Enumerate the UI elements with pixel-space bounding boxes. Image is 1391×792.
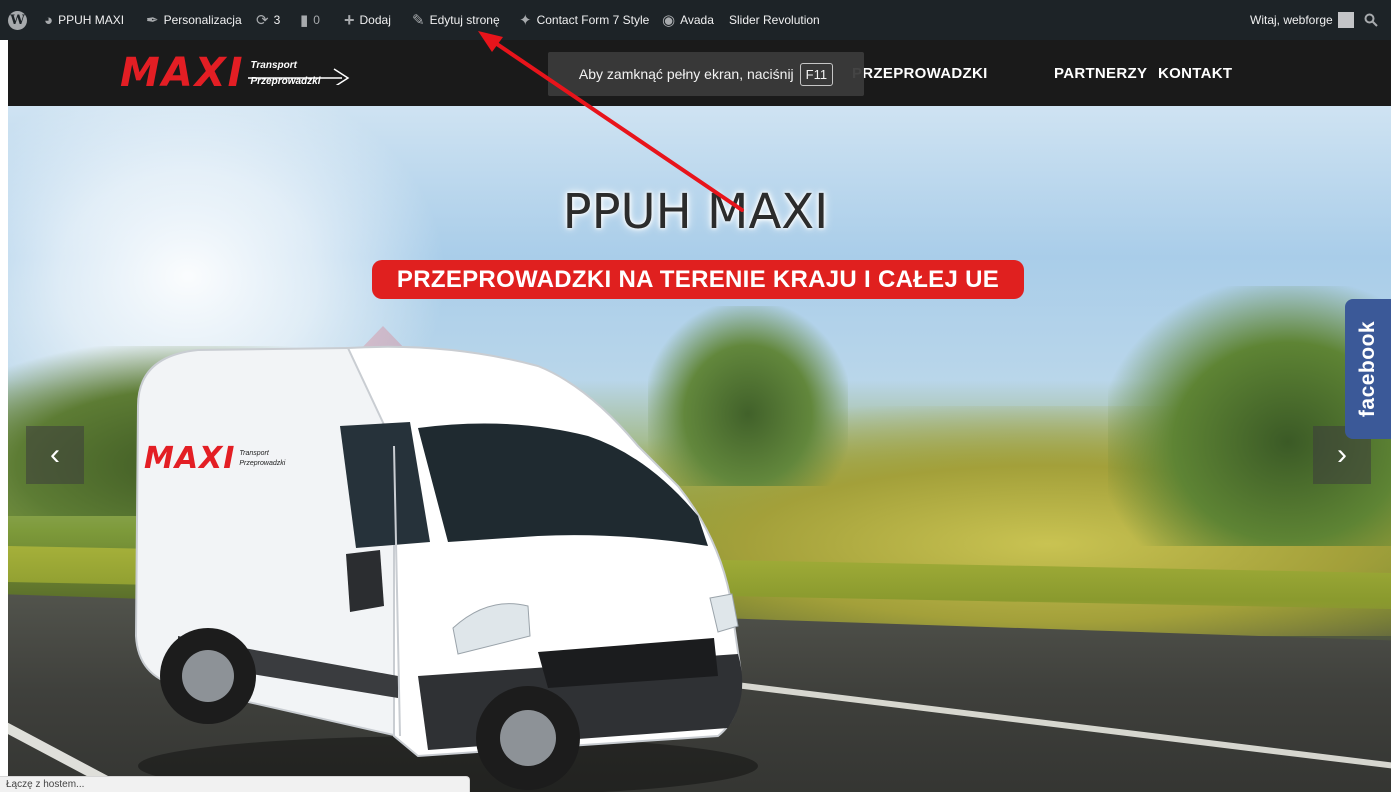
- wordpress-icon: W: [8, 10, 27, 30]
- fullscreen-notice-text: Aby zamknąć pełny ekran, naciśnij: [578, 66, 794, 82]
- site-name-label: PPUH MAXI: [58, 13, 125, 27]
- add-new-label: Dodaj: [359, 13, 391, 27]
- browser-status-bar: Łączę z hostem...: [0, 776, 470, 792]
- hero-subtitle-banner: PRZEPROWADZKI NA TERENIE KRAJU I CAŁEJ U…: [372, 260, 1024, 299]
- comments-count: 0: [313, 13, 320, 27]
- facebook-tab-label: facebook: [1356, 320, 1380, 418]
- van-logo-line-transport: Transport: [239, 449, 269, 457]
- van-logo-brand: MAXI: [144, 441, 236, 476]
- updates-count: 3: [273, 13, 281, 27]
- search-icon: [1364, 13, 1378, 27]
- slider-prev-button[interactable]: ‹: [26, 426, 84, 484]
- page-left-margin: [0, 40, 8, 792]
- comments-link[interactable]: ▮ 0: [300, 0, 320, 40]
- site-name-menu[interactable]: ◕ PPUH MAXI: [44, 0, 124, 40]
- browser-viewport: W ◕ PPUH MAXI ✒ Personalizacja ⟳ 3 ▮ 0 +…: [0, 0, 1391, 792]
- hero-van-image: [134, 345, 758, 792]
- slider-revolution-menu[interactable]: Slider Revolution: [729, 0, 820, 40]
- fullscreen-exit-notice: Aby zamknąć pełny ekran, naciśnij F11: [548, 52, 864, 96]
- cf7-style-label: Contact Form 7 Style: [536, 13, 650, 27]
- nav-item-kontakt[interactable]: KONTAKT: [1158, 40, 1232, 106]
- fullscreen-key-badge: F11: [799, 62, 834, 86]
- pencil-icon: ✎: [412, 11, 425, 29]
- edit-page-link[interactable]: ✎ Edytuj stronę: [412, 0, 500, 40]
- greeting-label: Witaj, webforge: [1250, 13, 1333, 27]
- admin-search-toggle[interactable]: [1364, 0, 1378, 40]
- van-side-logo: MAXI Transport Przeprowadzki: [144, 441, 285, 476]
- nav-item-partnerzy[interactable]: PARTNERZY: [1054, 40, 1147, 106]
- bird-icon: ✦: [519, 11, 532, 29]
- refresh-icon: ⟳: [256, 11, 269, 29]
- van-logo-tagline: Transport Przeprowadzki: [239, 449, 285, 469]
- updates-link[interactable]: ⟳ 3: [256, 0, 280, 40]
- hero-subtitle: PRZEPROWADZKI NA TERENIE KRAJU I CAŁEJ U…: [396, 265, 1000, 293]
- edit-page-label: Edytuj stronę: [429, 13, 500, 27]
- plus-icon: +: [344, 10, 355, 30]
- logo-brand: MAXI: [120, 50, 245, 96]
- customize-link[interactable]: ✒ Personalizacja: [146, 0, 242, 40]
- avada-menu[interactable]: ◉ Avada: [662, 0, 714, 40]
- facebook-side-tab[interactable]: facebook: [1345, 299, 1391, 439]
- logo-tagline: Transport Przeprowadzki: [248, 59, 350, 88]
- wp-admin-bar: W ◕ PPUH MAXI ✒ Personalizacja ⟳ 3 ▮ 0 +…: [0, 0, 1391, 40]
- site-logo[interactable]: MAXI Transport Przeprowadzki: [120, 50, 380, 96]
- paintbrush-icon: ✒: [146, 11, 159, 29]
- chevron-left-icon: ‹: [50, 438, 60, 471]
- comment-icon: ▮: [300, 11, 309, 29]
- avatar: [1337, 12, 1354, 28]
- chevron-right-icon: ›: [1337, 438, 1347, 471]
- van-logo-line-przeprowadzki: Przeprowadzki: [239, 459, 286, 467]
- my-account-menu[interactable]: Witaj, webforge: [1250, 0, 1354, 40]
- slider-revolution-label: Slider Revolution: [729, 13, 820, 27]
- dashboard-icon: ◕: [44, 11, 54, 29]
- avada-icon: ◉: [662, 11, 676, 29]
- avada-label: Avada: [680, 13, 714, 27]
- customize-label: Personalizacja: [163, 13, 242, 27]
- logo-arrow-icon: [248, 67, 350, 85]
- hero-title: PPUH MAXI: [562, 184, 829, 240]
- wp-logo-menu[interactable]: W: [8, 0, 27, 40]
- add-new-menu[interactable]: + Dodaj: [344, 0, 391, 40]
- nav-item-przeprowadzki[interactable]: PRZEPROWADZKI: [852, 40, 988, 106]
- cf7-style-menu[interactable]: ✦ Contact Form 7 Style: [519, 0, 649, 40]
